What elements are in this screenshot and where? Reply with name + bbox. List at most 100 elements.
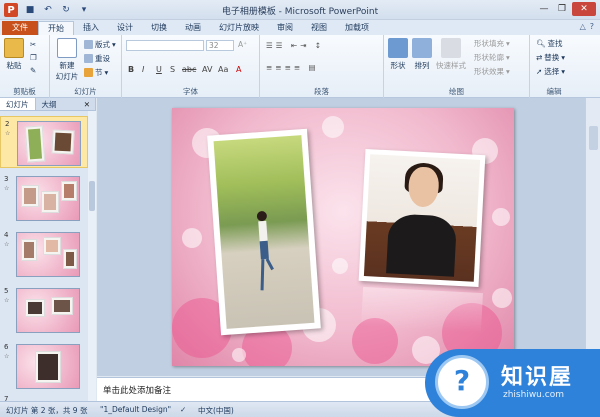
theme-name: "1_Default Design": [100, 405, 172, 414]
shape-effects-button[interactable]: 形状效果 ▾: [474, 66, 510, 77]
thumbnail-image: [16, 176, 80, 221]
editing-group: 🔍︎ 查找 ⇄ 替换 ▾ ➚ 选择 ▾ 编辑: [536, 38, 566, 96]
slides-pane: 幻灯片 大纲 ✕ 2 ☆ 3 ☆ 4 ☆ 5 ☆ 6 ☆ 7: [0, 98, 96, 403]
spellcheck-icon[interactable]: ✓: [180, 405, 186, 414]
slide-thumbnail[interactable]: 5 ☆: [0, 284, 88, 336]
shape-outline-button[interactable]: 形状轮廓 ▾: [474, 52, 510, 63]
shape-fill-button[interactable]: 形状填充 ▾: [474, 38, 510, 49]
align-buttons-icon[interactable]: ≡≡≡≡ ▤: [266, 63, 319, 72]
underline-button[interactable]: U: [156, 65, 162, 74]
animation-star-icon: ☆: [4, 185, 10, 192]
photo-reflection: [361, 286, 483, 334]
watermark-text: 知识屋: [501, 365, 574, 390]
grow-font-icon[interactable]: A⁺: [238, 40, 247, 49]
replace-button[interactable]: ⇄ 替换 ▾: [536, 52, 565, 63]
shape-button[interactable]: 形状: [388, 38, 408, 71]
section-icon: [84, 68, 93, 77]
section-button[interactable]: 节 ▾: [84, 67, 108, 78]
tab-slideshow[interactable]: 幻灯片放映: [210, 21, 268, 35]
tab-design[interactable]: 设计: [108, 21, 142, 35]
tab-slides[interactable]: 幻灯片: [0, 98, 36, 110]
font-size-field[interactable]: 32: [206, 40, 234, 51]
arrange-button[interactable]: 排列: [412, 38, 432, 71]
tab-transitions[interactable]: 切换: [142, 21, 176, 35]
ribbon-tabs: 文件 开始 插入 设计 切换 动画 幻灯片放映 审阅 视图 加载项 △ ?: [0, 20, 600, 35]
tab-outline[interactable]: 大纲: [36, 98, 63, 110]
list-buttons-icon[interactable]: ☰☰ ⇤⇥ ↕: [266, 41, 324, 50]
strikethrough-button[interactable]: abc: [182, 65, 196, 74]
copy-icon[interactable]: ❐: [30, 53, 37, 62]
clipboard-group: 粘贴 ✂ ❐ ✎ 剪贴板: [0, 35, 50, 98]
slides-group: 新建 幻灯片 版式 ▾ 重设 节 ▾ 幻灯片: [50, 35, 122, 98]
arrange-icon: [412, 38, 432, 58]
animation-star-icon: ☆: [4, 241, 10, 248]
thumbnail-image: [16, 344, 80, 389]
help-icon[interactable]: ?: [590, 22, 594, 31]
paragraph-group: ☰☰ ⇤⇥ ↕ ≡≡≡≡ ▤ 段落: [260, 35, 384, 98]
paste-icon: [4, 38, 24, 58]
tab-view[interactable]: 视图: [302, 21, 336, 35]
pane-scroll-thumb[interactable]: [89, 181, 95, 211]
language-indicator[interactable]: 中文(中国): [198, 405, 234, 416]
quick-styles-button[interactable]: 快速样式: [436, 38, 466, 71]
animation-star-icon: ☆: [4, 353, 10, 360]
watermark-logo-icon: ?: [435, 355, 489, 409]
shape-icon: [388, 38, 408, 58]
layout-button[interactable]: 版式 ▾: [84, 39, 116, 50]
maximize-button[interactable]: ❐: [554, 2, 570, 16]
current-slide[interactable]: [172, 108, 514, 366]
window-title: 电子相册模板 - Microsoft PowerPoint: [221, 7, 379, 17]
girl-figure-icon: [256, 211, 274, 291]
cut-icon[interactable]: ✂: [30, 40, 36, 49]
thumbnail-image: [16, 232, 80, 277]
new-slide-icon: [57, 38, 77, 58]
ribbon: 粘贴 ✂ ❐ ✎ 剪贴板 新建 幻灯片 版式 ▾ 重设 节 ▾ 幻灯片 32 A⁺ …: [0, 35, 600, 98]
select-button[interactable]: ➚ 选择 ▾: [536, 66, 565, 77]
editor-scroll-thumb[interactable]: [589, 126, 598, 150]
new-slide-button[interactable]: 新建 幻灯片: [54, 38, 80, 82]
change-case-button[interactable]: Aa: [218, 65, 228, 74]
photo-girl-portrait: [363, 154, 481, 282]
tab-file[interactable]: 文件: [2, 21, 38, 35]
animation-star-icon: ☆: [5, 130, 11, 137]
tab-animations[interactable]: 动画: [176, 21, 210, 35]
photo-frame-left[interactable]: [207, 128, 321, 336]
bold-button[interactable]: B: [128, 65, 134, 74]
drawing-group: 形状 排列 快速样式 形状填充 ▾ 形状轮廓 ▾ 形状效果 ▾ 绘图: [384, 35, 530, 98]
thumbnail-image: [17, 121, 81, 166]
italic-button[interactable]: I: [142, 65, 144, 74]
photo-frame-right[interactable]: [358, 148, 486, 288]
replace-icon: ⇄: [536, 53, 543, 62]
pane-scrollbar[interactable]: [88, 111, 96, 401]
font-color-button[interactable]: A: [236, 65, 241, 74]
tab-insert[interactable]: 插入: [74, 21, 108, 35]
char-spacing-button[interactable]: AV: [202, 65, 212, 74]
quick-styles-icon: [441, 38, 461, 58]
minimize-button[interactable]: —: [536, 2, 552, 16]
slide-counter: 幻灯片 第 2 张，共 9 张: [6, 406, 88, 415]
close-pane-icon[interactable]: ✕: [79, 98, 95, 110]
font-name-field[interactable]: [126, 40, 204, 51]
slide-editor: [97, 98, 585, 376]
tab-home[interactable]: 开始: [38, 21, 74, 35]
layout-icon: [84, 40, 93, 49]
paste-button[interactable]: 粘贴: [4, 38, 24, 71]
collapse-ribbon-icon[interactable]: △: [580, 22, 586, 31]
thumbnail-image: [16, 288, 80, 333]
notes-placeholder: 单击此处添加备注: [103, 386, 172, 396]
close-button[interactable]: ✕: [572, 2, 596, 16]
site-watermark: ? 知识屋 zhishiwu.com: [425, 349, 600, 417]
slide-thumbnail[interactable]: 2 ☆: [0, 116, 88, 168]
reset-button[interactable]: 重设: [84, 53, 110, 64]
slide-thumbnail[interactable]: 3 ☆: [0, 172, 88, 224]
shadow-button[interactable]: S: [170, 65, 175, 74]
title-bar: P ■ ↶ ↻ ▾ 电子相册模板 - Microsoft PowerPoint …: [0, 0, 600, 20]
tab-addins[interactable]: 加载项: [336, 21, 378, 35]
slide-thumbnail[interactable]: 4 ☆: [0, 228, 88, 280]
format-painter-icon[interactable]: ✎: [30, 66, 36, 75]
find-button[interactable]: 🔍︎ 查找: [536, 38, 563, 49]
tab-review[interactable]: 审阅: [268, 21, 302, 35]
slide-thumbnail[interactable]: 6 ☆: [0, 340, 88, 392]
photo-girl-outdoor: [213, 135, 315, 329]
reset-icon: [84, 54, 93, 63]
